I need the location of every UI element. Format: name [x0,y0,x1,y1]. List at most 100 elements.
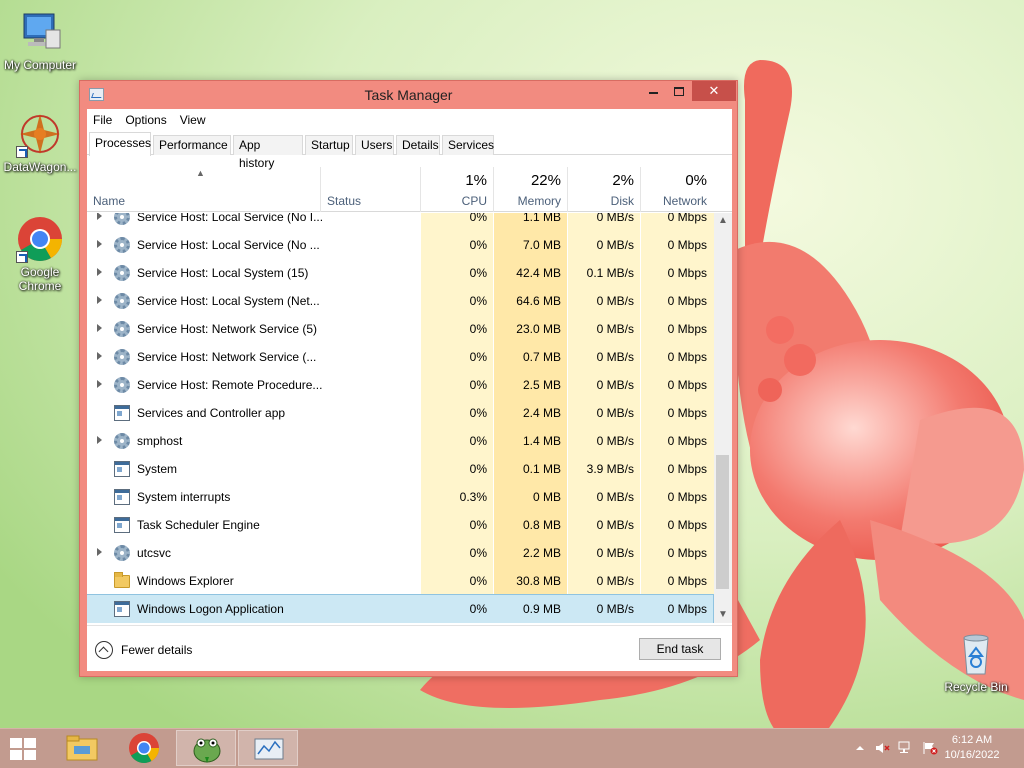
table-row[interactable]: Windows Logon Application 0% 0.9 MB 0 MB/s 0… [87,594,714,623]
tab-performance[interactable]: Performance [153,135,231,155]
cell-memory: 1.1 MB [522,213,561,224]
cell-name: Service Host: Local Service (No I... [137,213,324,224]
volume-muted-icon[interactable] [874,741,890,755]
menu-options[interactable]: Options [125,113,166,127]
cell-disk: 0 MB/s [596,546,634,560]
expand-arrow-icon[interactable] [97,240,102,248]
scroll-down-icon[interactable]: ▼ [714,607,732,623]
table-row[interactable]: System interrupts 0.3% 0 MB 0 MB/s 0 Mbps [87,483,713,511]
cell-disk: 0.1 MB/s [586,266,634,280]
desktop-icon-google-chrome[interactable]: Google Chrome [0,215,80,293]
table-row[interactable]: Service Host: Local Service (No I... 0% 1.… [87,213,713,231]
cpu-total-percent: 1% [465,172,487,189]
expand-arrow-icon[interactable] [97,380,102,388]
chrome-icon [129,733,159,764]
table-row[interactable]: Service Host: Network Service (5) 0% 23.0 … [87,315,713,343]
clock-date: 10/16/2022 [944,749,1000,761]
column-header-network[interactable]: 0% Network [641,167,714,212]
taskbar: 6:12 AM 10/16/2022 [0,728,1024,768]
table-row[interactable]: utcsvc 0% 2.2 MB 0 MB/s 0 Mbps [87,539,713,567]
minimize-button[interactable] [640,81,666,101]
table-row[interactable]: Service Host: Local System (Net... 0% 64.6… [87,287,713,315]
minimize-icon [648,92,658,95]
tab-app-history[interactable]: App history [233,135,303,170]
cell-name: Service Host: Local Service (No ... [137,238,320,252]
desktop-icon-my-computer[interactable]: My Computer [0,8,80,72]
cell-cpu: 0.3% [459,490,487,504]
desktop-icon-datawagon[interactable]: DataWagon... [0,110,80,174]
expand-arrow-icon[interactable] [97,548,102,556]
folder-icon [114,572,130,588]
tab-services[interactable]: Services [442,135,494,155]
cell-cpu: 0% [469,350,487,364]
start-button[interactable] [8,737,38,761]
expand-arrow-icon[interactable] [97,436,102,444]
table-row[interactable]: Services and Controller app 0% 2.4 MB 0 MB/… [87,399,713,427]
tab-processes[interactable]: Processes [89,132,151,156]
tab-startup[interactable]: Startup [305,135,353,155]
close-button[interactable]: ✕ [692,81,736,101]
table-row[interactable]: Service Host: Local Service (No ... 0% 7.0… [87,231,713,259]
table-row[interactable]: System 0% 0.1 MB 3.9 MB/s 0 Mbps [87,455,713,483]
tab-bar: Processes Performance App history Startu… [87,131,732,170]
frog-app-icon [193,738,221,763]
table-row[interactable]: smphost 0% 1.4 MB 0 MB/s 0 Mbps [87,427,713,455]
cell-disk: 0 MB/s [596,294,634,308]
cell-name: Service Host: Network Service (5) [137,322,318,336]
table-row[interactable]: Service Host: Remote Procedure... 0% 2.5 M… [87,371,713,399]
taskbar-chrome[interactable] [114,730,174,766]
collapse-details-icon[interactable] [95,641,113,659]
gear-icon [114,433,130,449]
cell-network: 0 Mbps [667,490,707,504]
column-header-status[interactable]: Status [321,167,420,212]
taskbar-file-explorer[interactable] [52,730,112,766]
cell-cpu: 0% [469,546,487,560]
clock[interactable]: 6:12 AM 10/16/2022 [932,733,1012,763]
menu-view[interactable]: View [180,113,206,127]
expand-arrow-icon[interactable] [97,324,102,332]
column-header-name[interactable]: ▲ Name [87,167,320,212]
cell-disk: 0 MB/s [596,213,634,224]
end-task-button[interactable]: End task [639,638,721,660]
network-icon[interactable] [898,741,914,755]
fewer-details-link[interactable]: Fewer details [121,643,192,657]
scroll-up-icon[interactable]: ▲ [714,213,732,229]
vertical-scrollbar[interactable]: ▲ ▼ [714,213,732,623]
desktop-icon-label: My Computer [3,58,77,72]
menu-file[interactable]: File [93,113,112,127]
cell-disk: 0 MB/s [596,490,634,504]
tab-details[interactable]: Details [396,135,440,155]
expand-arrow-icon[interactable] [97,268,102,276]
expand-arrow-icon[interactable] [97,352,102,360]
expand-arrow-icon[interactable] [97,213,102,220]
cell-cpu: 0% [469,434,487,448]
cell-memory: 0.9 MB [522,602,561,616]
cell-name: System [137,462,178,476]
maximize-icon [674,87,684,97]
gear-icon [114,237,130,253]
table-row[interactable]: Windows Explorer 0% 30.8 MB 0 MB/s 0 Mbps [87,567,713,595]
column-header-cpu[interactable]: 1% CPU [421,167,493,212]
cell-cpu: 0% [469,406,487,420]
column-header-disk[interactable]: 2% Disk [568,167,640,212]
cell-name: Service Host: Local System (Net... [137,294,320,308]
expand-arrow-icon[interactable] [97,296,102,304]
cell-network: 0 Mbps [667,546,707,560]
cell-network: 0 Mbps [667,378,707,392]
cell-cpu: 0% [469,574,487,588]
tab-users[interactable]: Users [355,135,394,155]
desktop-icon-recycle-bin[interactable]: Recycle Bin [936,630,1016,694]
taskbar-task-manager[interactable] [238,730,298,766]
cell-name: Service Host: Remote Procedure... [137,378,323,392]
title-bar[interactable]: Task Manager ✕ [80,81,737,109]
table-row[interactable]: Service Host: Local System (15) 0% 42.4 MB… [87,259,713,287]
cell-network: 0 Mbps [667,462,707,476]
show-hidden-icons-icon[interactable] [852,741,868,755]
maximize-button[interactable] [666,81,692,101]
scrollbar-thumb[interactable] [716,455,729,589]
table-row[interactable]: Task Scheduler Engine 0% 0.8 MB 0 MB/s 0 Mbp… [87,511,713,539]
table-row[interactable]: Service Host: Network Service (... 0% 0.7 … [87,343,713,371]
task-manager-icon [254,738,284,760]
column-header-memory[interactable]: 22% Memory [494,167,567,212]
taskbar-frog-app[interactable] [176,730,236,766]
